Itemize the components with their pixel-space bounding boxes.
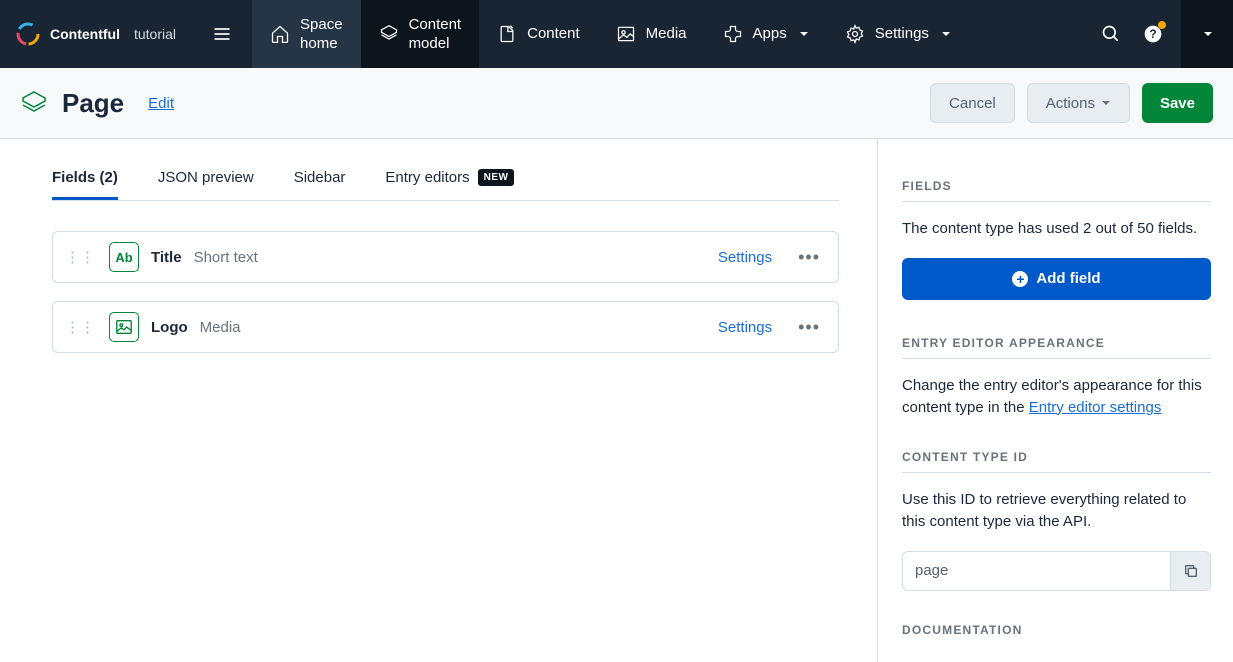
field-row: ⋮⋮ Logo Media Settings •••: [52, 301, 839, 353]
nav-settings[interactable]: Settings: [827, 0, 969, 68]
copy-id-button[interactable]: [1170, 552, 1210, 590]
user-menu[interactable]: [1181, 0, 1233, 68]
chevron-down-icon: [1203, 29, 1213, 39]
add-field-label: Add field: [1036, 270, 1100, 287]
tab-entry-editors[interactable]: Entry editors NEW: [385, 169, 514, 200]
actions-button[interactable]: Actions: [1027, 83, 1130, 123]
tab-label: Fields (2): [52, 169, 118, 186]
field-settings-link[interactable]: Settings: [718, 249, 772, 266]
actions-label: Actions: [1046, 95, 1095, 112]
svg-text:?: ?: [1149, 28, 1156, 41]
nav-space-home[interactable]: Space home: [252, 0, 361, 68]
gear-icon: [845, 24, 865, 44]
save-button[interactable]: Save: [1142, 83, 1213, 123]
apps-icon: [723, 24, 743, 44]
field-row: ⋮⋮ Ab Title Short text Settings •••: [52, 231, 839, 283]
nav-label: Settings: [875, 24, 929, 44]
sidebar-documentation-section: DOCUMENTATION: [902, 623, 1211, 645]
new-badge: NEW: [478, 169, 515, 186]
drag-handle-icon[interactable]: ⋮⋮: [63, 320, 97, 335]
copy-icon: [1183, 563, 1199, 579]
drag-handle-icon[interactable]: ⋮⋮: [63, 250, 97, 265]
field-more-button[interactable]: •••: [794, 247, 824, 268]
nav-label: Content model: [409, 15, 462, 54]
appearance-text: Change the entry editor's appearance for…: [902, 375, 1211, 419]
page-header: Page Edit Cancel Actions Save: [0, 68, 1233, 139]
content-icon: [497, 24, 517, 44]
field-name: Title: [151, 249, 182, 266]
cancel-button[interactable]: Cancel: [930, 83, 1015, 123]
chevron-down-icon: [941, 29, 951, 39]
main-area: Fields (2) JSON preview Sidebar Entry ed…: [0, 139, 1233, 662]
nav-label: Space home: [300, 15, 343, 54]
tab-label: Sidebar: [294, 169, 346, 186]
sidebar-fields-section: FIELDS The content type has used 2 out o…: [902, 179, 1211, 300]
contentful-logo-icon: [16, 22, 40, 46]
tab-fields[interactable]: Fields (2): [52, 169, 118, 200]
sidebar-id-section: CONTENT TYPE ID Use this ID to retrieve …: [902, 450, 1211, 591]
tab-json-preview[interactable]: JSON preview: [158, 169, 254, 200]
content-type-id-box: page: [902, 551, 1211, 591]
field-type: Short text: [194, 249, 258, 266]
page-title: Page: [62, 88, 124, 119]
notification-dot-icon: [1158, 21, 1166, 29]
main-nav: Space home Content model Content Media A…: [252, 0, 969, 68]
tabs: Fields (2) JSON preview Sidebar Entry ed…: [52, 169, 839, 201]
chevron-down-icon: [799, 29, 809, 39]
edit-link[interactable]: Edit: [148, 95, 174, 112]
hamburger-icon: [212, 24, 232, 44]
tab-label: Entry editors: [385, 169, 469, 186]
page-header-left: Page Edit: [20, 88, 174, 119]
space-name: tutorial: [134, 26, 176, 42]
field-type: Media: [200, 319, 241, 336]
field-more-button[interactable]: •••: [794, 317, 824, 338]
fields-count-text: The content type has used 2 out of 50 fi…: [902, 218, 1211, 240]
logo-section: Contentful tutorial: [0, 0, 192, 68]
topbar-right: ?: [1083, 0, 1181, 68]
content-type-icon: [20, 89, 48, 117]
section-title: DOCUMENTATION: [902, 623, 1211, 645]
search-icon: [1101, 24, 1121, 44]
home-icon: [270, 24, 290, 44]
content-model-icon: [379, 24, 399, 44]
sidebar-appearance-section: ENTRY EDITOR APPEARANCE Change the entry…: [902, 336, 1211, 419]
chevron-down-icon: [1101, 98, 1111, 108]
section-title: FIELDS: [902, 179, 1211, 202]
plus-circle-icon: +: [1012, 271, 1028, 287]
nav-label: Content: [527, 24, 580, 44]
add-field-button[interactable]: + Add field: [902, 258, 1211, 300]
media-icon: [616, 24, 636, 44]
top-navigation: Contentful tutorial Space home Content m…: [0, 0, 1233, 68]
tab-label: JSON preview: [158, 169, 254, 186]
help-button[interactable]: ?: [1143, 24, 1163, 44]
nav-content[interactable]: Content: [479, 0, 598, 68]
tab-sidebar[interactable]: Sidebar: [294, 169, 346, 200]
nav-label: Apps: [753, 24, 787, 44]
field-settings-link[interactable]: Settings: [718, 319, 772, 336]
nav-apps[interactable]: Apps: [705, 0, 827, 68]
content-type-id-value: page: [903, 552, 1170, 590]
search-button[interactable]: [1101, 24, 1121, 44]
nav-media[interactable]: Media: [598, 0, 705, 68]
id-description: Use this ID to retrieve everything relat…: [902, 489, 1211, 533]
section-title: CONTENT TYPE ID: [902, 450, 1211, 473]
media-field-icon: [109, 312, 139, 342]
entry-editor-settings-link[interactable]: Entry editor settings: [1029, 399, 1162, 416]
right-sidebar: FIELDS The content type has used 2 out o…: [877, 139, 1233, 662]
text-field-icon: Ab: [109, 242, 139, 272]
nav-label: Media: [646, 24, 687, 44]
field-name: Logo: [151, 319, 188, 336]
brand-name: Contentful: [50, 26, 120, 42]
nav-content-model[interactable]: Content model: [361, 0, 480, 68]
sidebar-toggle[interactable]: [192, 0, 252, 68]
page-header-actions: Cancel Actions Save: [930, 83, 1213, 123]
content-column: Fields (2) JSON preview Sidebar Entry ed…: [0, 139, 877, 662]
section-title: ENTRY EDITOR APPEARANCE: [902, 336, 1211, 359]
